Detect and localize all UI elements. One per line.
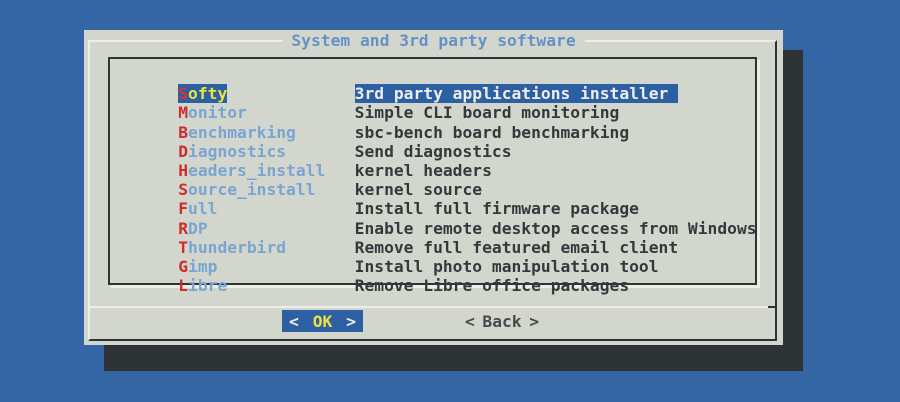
menu-item-tag-field: RDP (178, 219, 354, 238)
menu-list: Softy3rd party applications installer Mo… (110, 59, 755, 276)
menu-item-tag: Thunderbird (178, 238, 286, 257)
menu-item-desc: kernel headers (355, 161, 492, 180)
menu-item-desc: Install full firmware package (355, 199, 639, 218)
menu-item-tag-rest: ofty (188, 84, 227, 103)
menu-listbox: Softy3rd party applications installer Mo… (108, 57, 757, 285)
menu-item-tag-rest: enchmarking (188, 123, 296, 142)
menu-item-desc: Remove Libre office packages (355, 276, 629, 295)
menu-item-tag-field: Source_install (178, 180, 354, 199)
menu-item-desc: Remove full featured email client (355, 238, 678, 257)
menu-item[interactable]: Softy3rd party applications installer (139, 65, 755, 84)
back-button-left-bracket: < (465, 312, 475, 331)
menu-item-initial: B (178, 123, 188, 142)
software-menu-dialog: System and 3rd party software Softy3rd p… (84, 30, 783, 345)
menu-item-desc: sbc-bench board benchmarking (355, 123, 629, 142)
menu-item-tag-field: Libre (178, 276, 354, 295)
menu-item-initial: T (178, 238, 188, 257)
menu-item-tag: Softy (178, 84, 227, 103)
menu-item-tag-rest: ibre (188, 276, 227, 295)
menu-item-tag-field: Thunderbird (178, 238, 354, 257)
menu-item-desc: kernel source (355, 180, 482, 199)
menu-item-tag-rest: ull (188, 199, 217, 218)
menu-item-tag-rest: imp (188, 257, 217, 276)
menu-item-tag-rest: hunderbird (188, 238, 286, 257)
back-button-label: Back (482, 312, 521, 331)
menu-item-tag-field: Benchmarking (178, 123, 354, 142)
ok-button-right-bracket: > (346, 312, 356, 331)
menu-item-initial: F (178, 199, 188, 218)
menu-item-tag-field: Full (178, 199, 354, 218)
menu-item-desc: 3rd party applications installer (355, 84, 679, 103)
menu-item-tag: Full (178, 199, 217, 218)
menu-item-initial: S (178, 180, 188, 199)
ok-button[interactable]: < OK > (282, 310, 363, 332)
menu-item-tag: Libre (178, 276, 227, 295)
menu-item-tag: Headers_install (178, 161, 325, 180)
menu-item-tag-rest: eaders_install (188, 161, 325, 180)
menu-item-tag: Benchmarking (178, 123, 296, 142)
menu-item-tag: Gimp (178, 257, 217, 276)
ok-button-left-bracket: < (289, 312, 299, 331)
menu-item-tag: Monitor (178, 103, 247, 122)
dialog-title: System and 3rd party software (282, 31, 584, 51)
menu-item-tag-rest: ource_install (188, 180, 315, 199)
back-button-right-bracket: > (529, 312, 539, 331)
menu-item-initial: M (178, 103, 188, 122)
menu-item-desc: Enable remote desktop access from Window… (355, 219, 757, 238)
menu-item-initial: R (178, 219, 188, 238)
menu-item-tag-rest: onitor (188, 103, 247, 122)
menu-item-tag-field: Softy (178, 84, 354, 103)
back-button[interactable]: < Back > (458, 310, 546, 332)
button-row-separator (90, 306, 768, 308)
menu-item-tag: Source_install (178, 180, 315, 199)
menu-item-initial: L (178, 276, 188, 295)
menu-item-initial: G (178, 257, 188, 276)
menu-item-tag-field: Diagnostics (178, 142, 354, 161)
menu-item-desc: Simple CLI board monitoring (355, 103, 620, 122)
menu-item-desc: Send diagnostics (355, 142, 512, 161)
menu-item-tag-rest: DP (188, 219, 208, 238)
menu-item-tag-rest: iagnostics (188, 142, 286, 161)
menu-item-initial: S (178, 84, 188, 103)
menu-item-initial: D (178, 142, 188, 161)
menu-item-tag: Diagnostics (178, 142, 286, 161)
terminal-screen: { "dialog": { "title": "System and 3rd p… (0, 0, 900, 402)
menu-item-tag-field: Gimp (178, 257, 354, 276)
ok-button-label: OK (313, 312, 333, 331)
menu-item-tag-field: Monitor (178, 103, 354, 122)
menu-item-desc: Install photo manipulation tool (355, 257, 659, 276)
menu-item-tag: RDP (178, 219, 207, 238)
separator-end-cap (768, 306, 777, 308)
menu-item-tag-field: Headers_install (178, 161, 354, 180)
menu-item-initial: H (178, 161, 188, 180)
